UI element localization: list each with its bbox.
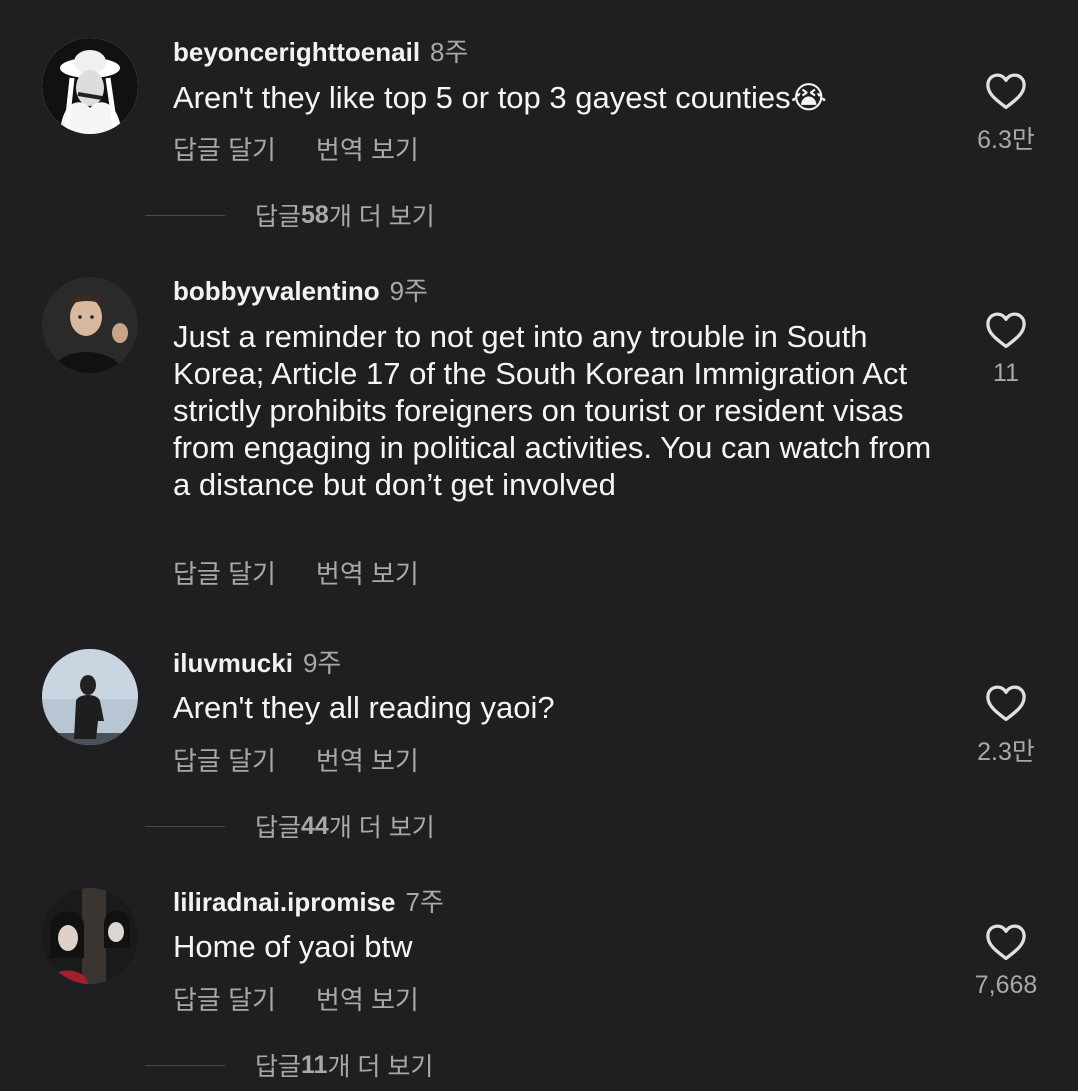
like-count: 6.3만	[977, 126, 1035, 154]
replies-prefix: 답글	[255, 203, 302, 231]
comment-time: 9주	[302, 648, 342, 678]
comment-username-row: iluvmucki 9주	[173, 643, 341, 680]
reply-button[interactable]: 답글 달기	[173, 135, 276, 165]
replies-divider	[145, 214, 225, 216]
avatar[interactable]	[42, 38, 138, 134]
heart-outline-icon[interactable]	[985, 311, 1027, 349]
translate-button[interactable]: 번역 보기	[316, 985, 419, 1015]
avatar[interactable]	[42, 649, 138, 745]
like-count: 2.3만	[977, 738, 1035, 766]
replies-count: 44	[301, 811, 329, 840]
replies-suffix: 개 더 보기	[327, 1053, 434, 1081]
like-control: 2.3만	[960, 684, 1052, 768]
comment-actions: 답글 달기 번역 보기	[173, 130, 459, 167]
comment-username-row: liliradnai.ipromise 7주	[173, 882, 444, 919]
comment-time: 8주	[430, 37, 469, 67]
comment-time: 9주	[389, 276, 428, 306]
replies-count: 58	[301, 200, 329, 229]
heart-outline-icon[interactable]	[985, 72, 1027, 110]
avatar[interactable]	[42, 277, 138, 373]
translate-button[interactable]: 번역 보기	[316, 559, 419, 589]
translate-button[interactable]: 번역 보기	[316, 135, 419, 165]
replies-prefix: 답글	[255, 1053, 302, 1081]
replies-suffix: 개 더 보기	[328, 814, 435, 842]
replies-count: 11	[301, 1050, 328, 1079]
reply-button[interactable]: 답글 달기	[173, 985, 276, 1015]
comment-text: Aren't they like top 5 or top 3 gayest c…	[173, 80, 827, 115]
comment-text: Home of yaoi btw	[173, 929, 413, 964]
replies-divider	[145, 825, 225, 827]
like-count: 11	[993, 359, 1019, 387]
view-replies-button[interactable]: 답글 11 개 더 보기	[145, 1047, 433, 1083]
comment-username[interactable]: liliradnai.ipromise	[173, 887, 396, 917]
like-control: 11	[960, 311, 1052, 388]
comment-username-row: bobbyyvalentino 9주	[173, 271, 428, 308]
replies-suffix: 개 더 보기	[328, 203, 435, 231]
reply-button[interactable]: 답글 달기	[173, 559, 276, 589]
view-replies-button[interactable]: 답글 58 개 더 보기	[145, 197, 435, 233]
like-control: 6.3만	[960, 72, 1052, 156]
comment-text: Just a reminder to not get into any trou…	[173, 319, 932, 502]
comment-actions: 답글 달기 번역 보기	[173, 980, 459, 1017]
translate-button[interactable]: 번역 보기	[316, 746, 419, 776]
heart-outline-icon[interactable]	[985, 684, 1027, 722]
comment-username[interactable]: iluvmucki	[173, 648, 293, 678]
comment-time: 7주	[405, 887, 444, 917]
replies-divider	[145, 1064, 225, 1066]
view-replies-button[interactable]: 답글 44 개 더 보기	[145, 808, 435, 844]
comment-username-row: beyoncerighttoenail 8주	[173, 32, 468, 69]
comment-username[interactable]: beyoncerighttoenail	[173, 37, 420, 67]
like-control: 7,668	[960, 923, 1052, 1000]
heart-outline-icon[interactable]	[985, 923, 1027, 961]
comment-text: Aren't they all reading yaoi?	[173, 690, 555, 725]
reply-button[interactable]: 답글 달기	[173, 746, 276, 776]
avatar[interactable]	[42, 888, 138, 984]
comment-actions: 답글 달기 번역 보기	[173, 554, 459, 591]
replies-prefix: 답글	[255, 814, 302, 842]
like-count: 7,668	[974, 971, 1038, 999]
comment-actions: 답글 달기 번역 보기	[173, 741, 459, 778]
comment-username[interactable]: bobbyyvalentino	[173, 276, 380, 306]
